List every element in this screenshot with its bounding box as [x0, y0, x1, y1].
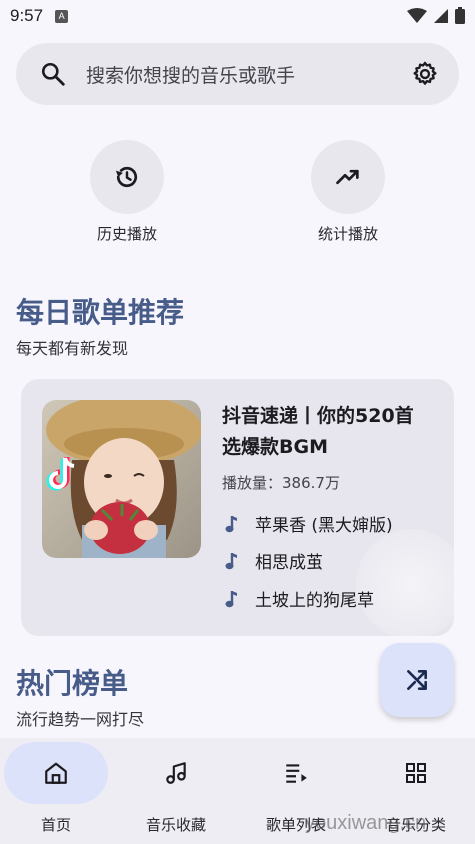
play-count: 播放量：386.7万: [222, 474, 340, 492]
history-icon: [115, 166, 138, 188]
history-play-label: 历史播放: [96, 225, 157, 243]
song-title: 土坡上的狗尾草: [255, 591, 374, 611]
charts-section-subtitle: 流行趋势一网打尽: [16, 710, 145, 729]
status-bar: 9:57 A: [0, 0, 475, 32]
search-input[interactable]: 搜索你想搜的音乐或歌手: [86, 61, 411, 88]
music-note-icon: [225, 552, 237, 569]
nav-home-indicator[interactable]: [4, 742, 108, 804]
cover-illustration: [42, 400, 201, 558]
history-button-circle[interactable]: [90, 140, 164, 214]
playlist-title: 抖音速递丨你的520首 选爆款BGM: [222, 401, 442, 463]
gear-icon[interactable]: [411, 60, 439, 88]
battery-icon: [455, 7, 465, 24]
playlist-cover-image[interactable]: [42, 400, 201, 558]
song-title: 相思成茧: [255, 553, 323, 573]
nav-favorites-label: 音乐收藏: [145, 816, 206, 834]
song-item[interactable]: 土坡上的狗尾草: [225, 586, 374, 611]
nav-favorites[interactable]: 音乐收藏: [117, 742, 235, 842]
playlist-title-line2: 选爆款BGM: [222, 436, 328, 458]
music-note-icon: [225, 590, 237, 607]
status-icons: [407, 7, 465, 24]
song-item[interactable]: 相思成茧: [225, 548, 323, 573]
wifi-icon: [407, 7, 427, 23]
music-note-icon: [225, 515, 237, 532]
shuffle-icon: [407, 670, 427, 690]
stats-play-label: 统计播放: [317, 225, 378, 243]
notification-badge: A: [55, 9, 69, 23]
nav-home[interactable]: 首页: [0, 742, 115, 842]
home-icon: [45, 762, 67, 784]
history-play-button[interactable]: 历史播放: [72, 140, 182, 244]
watermark: youxiwang.cn: [305, 812, 427, 834]
song-item[interactable]: 苹果香 (黑大婶版): [225, 511, 393, 536]
shuffle-button[interactable]: [380, 643, 454, 717]
signal-icon: [434, 8, 448, 23]
stats-play-button[interactable]: 统计播放: [293, 140, 403, 244]
daily-playlist-card[interactable]: 抖音速递丨你的520首 选爆款BGM 播放量：386.7万 苹果香 (黑大婶版)…: [21, 379, 454, 636]
playlist-icon: [286, 764, 307, 783]
search-icon: [41, 62, 65, 86]
playlist-title-line1: 抖音速递丨你的520首: [222, 405, 414, 427]
stats-button-circle[interactable]: [311, 140, 385, 214]
daily-section-title: 每日歌单推荐: [16, 296, 185, 329]
nav-playlists-indicator[interactable]: [244, 742, 348, 804]
trending-up-icon: [336, 169, 359, 185]
song-title: 苹果香 (黑大婶版): [255, 516, 393, 536]
status-time: 9:57: [10, 6, 44, 25]
grid-icon: [406, 763, 426, 783]
nav-categories-indicator[interactable]: [364, 742, 468, 804]
daily-section-subtitle: 每天都有新发现: [16, 339, 129, 358]
music-note-icon: [166, 762, 186, 784]
nav-home-label: 首页: [40, 816, 71, 834]
card-glow: [356, 529, 454, 636]
charts-section-title: 热门榜单: [16, 667, 129, 700]
search-bar[interactable]: 搜索你想搜的音乐或歌手: [16, 43, 459, 105]
nav-favorites-indicator[interactable]: [124, 742, 228, 804]
